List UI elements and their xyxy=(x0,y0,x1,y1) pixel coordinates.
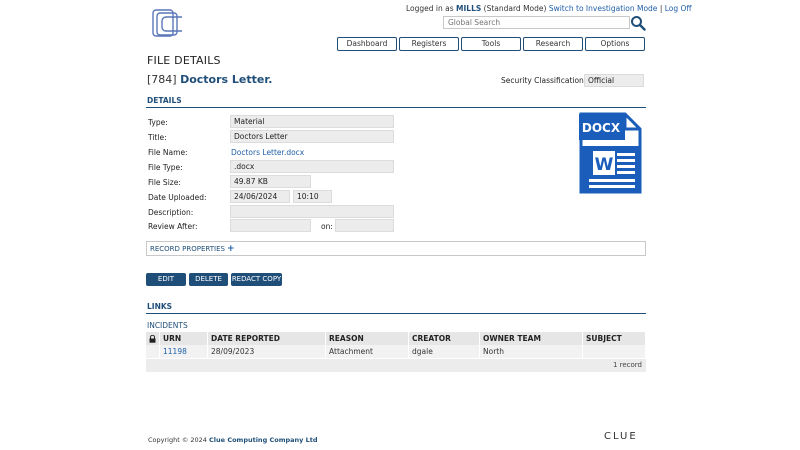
record-title: [784] Doctors Letter. xyxy=(147,73,272,86)
row-lock-cell xyxy=(146,345,160,358)
nav-options[interactable]: Options xyxy=(585,37,645,51)
page-title: FILE DETAILS xyxy=(147,54,221,67)
search-icon[interactable] xyxy=(630,15,646,31)
date-uploaded-label: Date Uploaded: xyxy=(148,193,207,202)
description-field xyxy=(230,205,394,218)
docx-icon-label: DOCX xyxy=(582,121,621,135)
mode-label: (Standard Mode) xyxy=(483,4,547,13)
column-header-owner-team[interactable]: OWNER TEAM xyxy=(479,332,583,345)
links-divider xyxy=(146,313,646,314)
time-uploaded-field: 10:10 xyxy=(293,190,332,203)
security-classification-label: Security Classification: xyxy=(501,76,587,85)
column-header-reason[interactable]: REASON xyxy=(325,332,409,345)
record-id: [784] xyxy=(147,73,177,86)
brand-logo: CLUE xyxy=(604,431,638,442)
nav-registers[interactable]: Registers xyxy=(399,37,459,51)
security-classification-value: Official xyxy=(584,74,644,87)
clue-logo-icon[interactable] xyxy=(152,9,184,39)
file-type-field: .docx xyxy=(230,160,394,173)
lock-column xyxy=(146,332,160,345)
on-label: on: xyxy=(321,222,333,231)
column-header-creator[interactable]: CREATOR xyxy=(408,332,480,345)
edit-button[interactable]: EDIT xyxy=(146,273,186,286)
table-header-row: URN DATE REPORTED REASON CREATOR OWNER T… xyxy=(146,332,646,345)
file-size-label: File Size: xyxy=(148,178,181,187)
copyright-text: Copyright © 2024 xyxy=(148,436,207,444)
row-creator: dgale xyxy=(408,345,480,358)
docx-file-icon[interactable]: DOCX W xyxy=(579,112,642,194)
review-on-field xyxy=(335,219,394,232)
title-field: Doctors Letter xyxy=(230,130,394,143)
nav-tools[interactable]: Tools xyxy=(461,37,521,51)
date-uploaded-field: 24/06/2024 xyxy=(230,190,290,203)
description-label: Description: xyxy=(148,208,194,217)
row-date-reported: 28/09/2023 xyxy=(207,345,326,358)
redact-copy-button[interactable]: REDACT COPY xyxy=(231,273,282,286)
record-count: 1 record xyxy=(146,359,646,372)
urn-link[interactable]: 11198 xyxy=(163,347,187,356)
nav-dashboard[interactable]: Dashboard xyxy=(337,37,397,51)
file-name-label: File Name: xyxy=(148,148,188,157)
nav-research[interactable]: Research xyxy=(523,37,583,51)
file-name-link[interactable]: Doctors Letter.docx xyxy=(231,148,304,157)
file-type-label: File Type: xyxy=(148,163,183,172)
delete-button[interactable]: DELETE xyxy=(189,273,228,286)
column-header-urn[interactable]: URN xyxy=(159,332,208,345)
review-after-label: Review After: xyxy=(148,222,198,231)
log-off-link[interactable]: Log Off xyxy=(665,4,692,13)
column-header-subject[interactable]: SUBJECT xyxy=(582,332,646,345)
links-heading: LINKS xyxy=(147,302,173,311)
review-after-field xyxy=(230,219,311,232)
title-label: Title: xyxy=(148,133,167,142)
type-label: Type: xyxy=(148,118,168,127)
incidents-table: URN DATE REPORTED REASON CREATOR OWNER T… xyxy=(146,332,646,358)
username: MILLS xyxy=(456,4,482,13)
record-properties-toggle[interactable]: RECORD PROPERTIES + xyxy=(146,241,646,256)
login-prefix: Logged in as xyxy=(406,4,454,13)
column-header-date-reported[interactable]: DATE REPORTED xyxy=(207,332,326,345)
switch-mode-link[interactable]: Switch to Investigation Mode xyxy=(549,4,658,13)
file-size-field: 49.87 KB xyxy=(230,175,311,188)
global-search-input[interactable] xyxy=(443,16,630,29)
row-urn[interactable]: 11198 xyxy=(159,345,208,358)
details-heading: DETAILS xyxy=(147,96,182,105)
row-owner-team: North xyxy=(479,345,583,358)
details-divider xyxy=(146,107,646,108)
word-letter-icon: W xyxy=(595,155,614,175)
plus-icon: + xyxy=(226,244,235,254)
incidents-heading: INCIDENTS xyxy=(147,321,188,330)
type-field: Material xyxy=(230,115,394,128)
separator: | xyxy=(659,4,663,13)
login-status: Logged in as MILLS (Standard Mode) Switc… xyxy=(406,4,692,13)
lock-icon xyxy=(149,335,156,343)
company-name: Clue Computing Company Ltd xyxy=(209,436,318,444)
record-properties-label: RECORD PROPERTIES xyxy=(150,245,225,253)
row-reason: Attachment xyxy=(325,345,409,358)
row-subject xyxy=(582,345,646,358)
record-name: Doctors Letter. xyxy=(180,73,273,86)
table-row[interactable]: 11198 28/09/2023 Attachment dgale North xyxy=(146,345,646,358)
copyright: Copyright © 2024 Clue Computing Company … xyxy=(148,436,318,444)
